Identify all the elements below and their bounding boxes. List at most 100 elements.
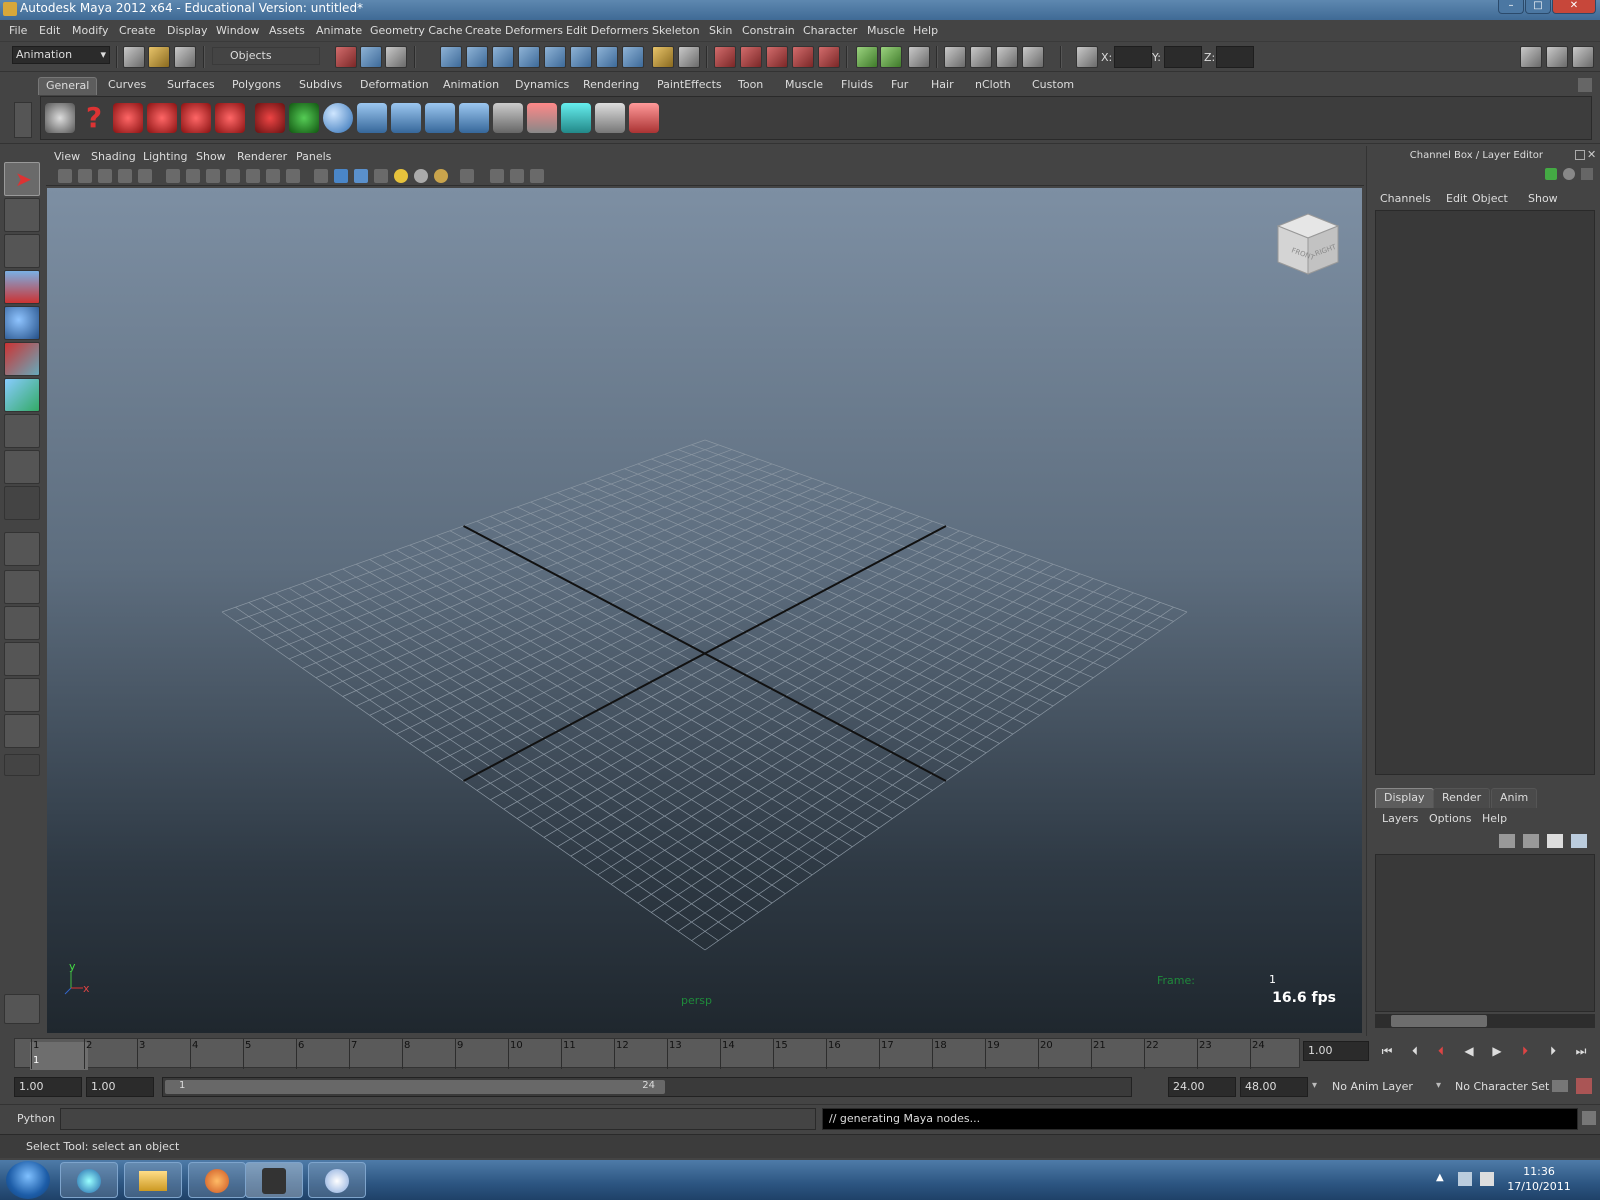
smooth-shade-icon[interactable] [334, 169, 348, 183]
cubes-icon[interactable] [595, 103, 625, 133]
animation-start-field[interactable]: 1.00 [14, 1077, 82, 1097]
y-field[interactable] [1164, 46, 1202, 68]
create-empty-layer-icon[interactable] [1547, 834, 1563, 848]
shelf-tab-ncloth[interactable]: nCloth [968, 77, 1018, 95]
panel-menu-lighting[interactable]: Lighting [143, 150, 187, 163]
panel-menu-renderer[interactable]: Renderer [237, 150, 287, 163]
help-question-icon[interactable]: ? [79, 103, 109, 133]
paint-taskbar-icon[interactable] [308, 1162, 366, 1198]
minimize-icon[interactable]: – [1498, 0, 1524, 14]
file-explorer-icon[interactable] [124, 1162, 182, 1198]
rotate-tool-icon[interactable] [4, 306, 40, 340]
panel-menu-view[interactable]: View [54, 150, 80, 163]
tool-settings-mode-icon[interactable] [1581, 168, 1593, 180]
show-hidden-icons-icon[interactable]: ▲ [1436, 1172, 1444, 1183]
select-curves-icon[interactable] [492, 46, 514, 68]
x-field[interactable] [1114, 46, 1152, 68]
menu-geometry-cache[interactable]: Geometry Cache [370, 24, 463, 37]
play-forwards-icon[interactable]: ▶ [1488, 1044, 1506, 1060]
move-layer-down-icon[interactable] [1523, 834, 1539, 848]
render-settings-icon[interactable] [1022, 46, 1044, 68]
range-slider-thumb[interactable]: 1 24 [165, 1080, 665, 1094]
close-panel-icon[interactable]: ✕ [1587, 148, 1596, 161]
select-component-icon[interactable] [385, 46, 407, 68]
playback-start-field[interactable]: 1.00 [86, 1077, 154, 1097]
magnet-red-icon[interactable] [255, 103, 285, 133]
resolution-gate-icon[interactable] [206, 169, 220, 183]
camera-reel-icon[interactable] [215, 103, 245, 133]
shelf-tab-custom[interactable]: Custom [1025, 77, 1081, 95]
network-icon[interactable] [1458, 1172, 1472, 1186]
use-default-lighting-icon[interactable] [394, 169, 408, 183]
joint-1-icon[interactable] [357, 103, 387, 133]
shelf-tab-rendering[interactable]: Rendering [576, 77, 646, 95]
select-misc-icon[interactable] [622, 46, 644, 68]
perspective-viewport[interactable]: FRONT RIGHT y x Frame: 1 persp 16.6 fps [47, 188, 1362, 1033]
construction-history-icon[interactable] [908, 46, 930, 68]
lasso-tool-icon[interactable] [4, 198, 40, 232]
layer-menu-layers[interactable]: Layers [1382, 812, 1418, 825]
menu-character[interactable]: Character [803, 24, 857, 37]
panel-menu-shading[interactable]: Shading [91, 150, 136, 163]
layout-four-view-icon[interactable] [4, 570, 40, 604]
menu-create-deformers[interactable]: Create Deformers [465, 24, 563, 37]
joint-3-icon[interactable] [425, 103, 455, 133]
script-language-label[interactable]: Python [17, 1112, 55, 1125]
shadows-icon[interactable] [414, 169, 428, 183]
grease-pencil-icon[interactable] [138, 169, 152, 183]
shelf-tab-muscle[interactable]: Muscle [778, 77, 830, 95]
wireframe-icon[interactable] [314, 169, 328, 183]
start-button-icon[interactable] [6, 1161, 50, 1199]
channel-box-toggle-icon[interactable] [1572, 46, 1594, 68]
output-connections-icon[interactable] [880, 46, 902, 68]
step-forward-key-icon[interactable]: ⏵ [1516, 1044, 1534, 1060]
safe-title-icon[interactable] [286, 169, 300, 183]
snap-point-icon[interactable] [766, 46, 788, 68]
lock-selection-icon[interactable] [652, 46, 674, 68]
move-layer-up-icon[interactable] [1499, 834, 1515, 848]
layer-menu-help[interactable]: Help [1482, 812, 1507, 825]
menu-display[interactable]: Display [167, 24, 208, 37]
input-connections-icon[interactable] [856, 46, 878, 68]
shelf-tab-surfaces[interactable]: Surfaces [160, 77, 222, 95]
layout-persp-outliner-icon[interactable] [4, 606, 40, 640]
playback-end-field[interactable]: 24.00 [1168, 1077, 1236, 1097]
xray-joints-icon[interactable] [510, 169, 524, 183]
layer-tab-display[interactable]: Display [1375, 788, 1434, 808]
float-panel-icon[interactable] [1575, 150, 1585, 160]
select-hierarchy-icon[interactable] [335, 46, 357, 68]
paint-select-tool-icon[interactable] [4, 234, 40, 268]
menu-set-dropdown[interactable]: Animation ▾ [12, 46, 110, 64]
create-layer-from-selected-icon[interactable] [1571, 834, 1587, 848]
paint-render-icon[interactable] [527, 103, 557, 133]
gate-mask-icon[interactable] [226, 169, 240, 183]
anim-layer-chevron-icon[interactable]: ▾ [1312, 1080, 1317, 1091]
channel-box-menu-object[interactable]: Object [1472, 192, 1508, 205]
paint-brush-icon[interactable] [629, 103, 659, 133]
script-editor-icon[interactable] [1582, 1111, 1596, 1125]
select-joints-icon[interactable] [466, 46, 488, 68]
go-to-start-icon[interactable]: ⏮ [1378, 1044, 1396, 1060]
field-chart-icon[interactable] [246, 169, 260, 183]
high-quality-icon[interactable] [434, 169, 448, 183]
animation-end-field[interactable]: 48.00 [1240, 1077, 1308, 1097]
two-d-pan-zoom-icon[interactable] [118, 169, 132, 183]
menu-animate[interactable]: Animate [316, 24, 362, 37]
snap-curve-icon[interactable] [740, 46, 762, 68]
render-frame-icon[interactable] [970, 46, 992, 68]
range-slider-bar[interactable]: 1 24 [162, 1077, 1132, 1097]
soft-mod-tool-icon[interactable] [4, 414, 40, 448]
menu-create[interactable]: Create [119, 24, 156, 37]
shelf-tab-fur[interactable]: Fur [884, 77, 915, 95]
anim-layer-label[interactable]: No Anim Layer [1332, 1080, 1413, 1093]
isolate-select-icon[interactable] [460, 169, 474, 183]
select-handles-icon[interactable] [440, 46, 462, 68]
maximize-icon[interactable]: □ [1525, 0, 1551, 14]
attribute-editor-toggle-icon[interactable] [1520, 46, 1542, 68]
render-view-icon[interactable] [944, 46, 966, 68]
move-tool-icon[interactable] [4, 270, 40, 304]
menu-muscle[interactable]: Muscle [867, 24, 905, 37]
snap-view-plane-icon[interactable] [792, 46, 814, 68]
layer-list[interactable] [1375, 854, 1595, 1012]
scale-tool-icon[interactable] [4, 342, 40, 376]
